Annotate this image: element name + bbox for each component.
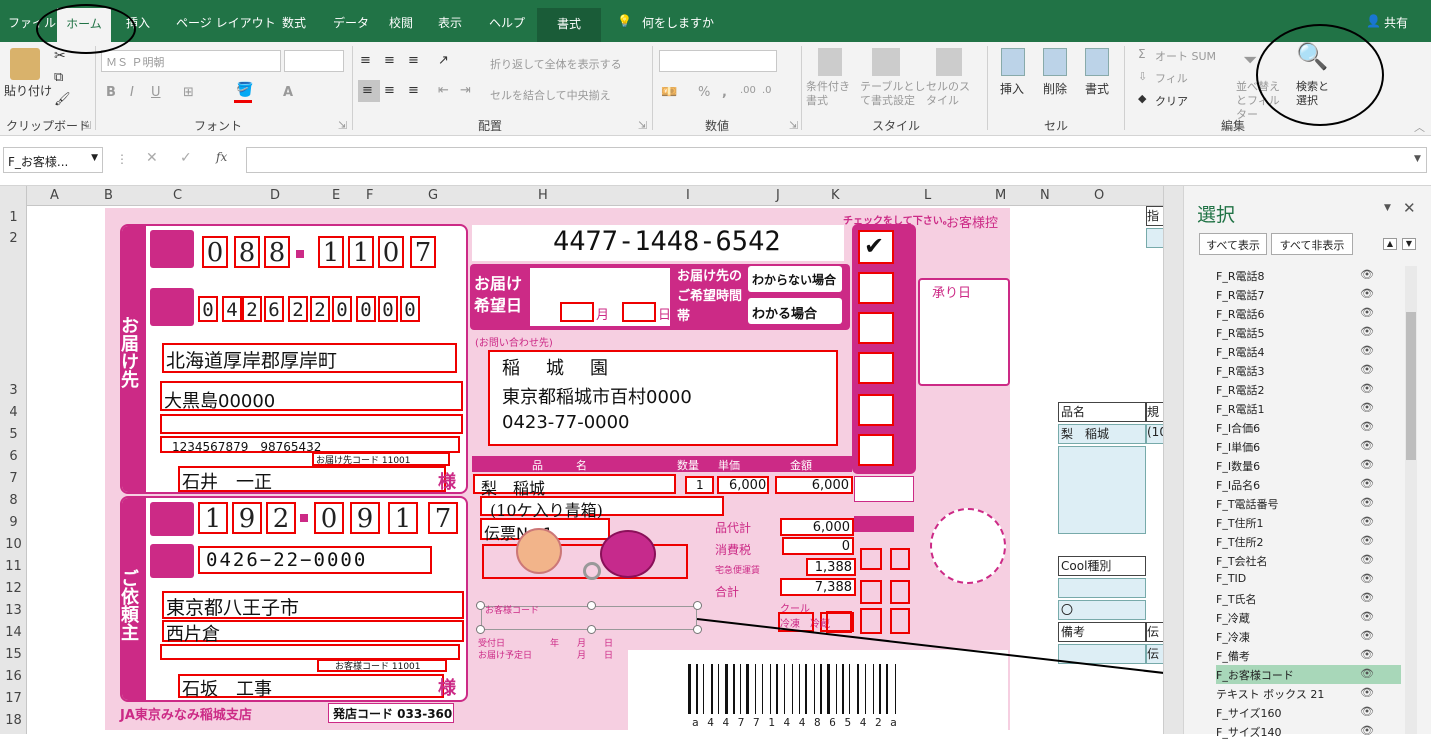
- visibility-eye-icon[interactable]: 👁: [1360, 268, 1374, 281]
- pane-title: 選択: [1197, 204, 1236, 226]
- close-icon[interactable]: ✕: [1403, 199, 1416, 217]
- pane-item-label: F_T住所2: [1216, 536, 1264, 549]
- visibility-eye-icon[interactable]: 👁: [1360, 363, 1374, 376]
- pane-item-label: F_T住所1: [1216, 517, 1264, 530]
- visibility-eye-icon[interactable]: 👁: [1360, 629, 1374, 642]
- visibility-eye-icon[interactable]: 👁: [1360, 401, 1374, 414]
- visibility-eye-icon[interactable]: 👁: [1360, 382, 1374, 395]
- pane-item-label: F_冷凍: [1216, 631, 1250, 644]
- visibility-eye-icon[interactable]: 👁: [1360, 287, 1374, 300]
- pane-item-label: F_R電話3: [1216, 365, 1265, 378]
- visibility-eye-icon[interactable]: 👁: [1360, 515, 1374, 528]
- visibility-eye-icon[interactable]: 👁: [1360, 534, 1374, 547]
- pane-item-label: F_サイズ140: [1216, 726, 1282, 739]
- visibility-eye-icon[interactable]: 👁: [1360, 648, 1374, 661]
- pane-item-label: F_R電話6: [1216, 308, 1265, 321]
- pane-item-label: F_TID: [1216, 572, 1247, 585]
- visibility-eye-icon[interactable]: 👁: [1360, 667, 1374, 680]
- visibility-eye-icon[interactable]: 👁: [1360, 458, 1374, 471]
- pane-item-label: F_お客様コード: [1216, 669, 1294, 682]
- pane-item-label: F_I数量6: [1216, 460, 1261, 473]
- visibility-eye-icon[interactable]: 👁: [1360, 420, 1374, 433]
- show-all-button[interactable]: すべて表示: [1199, 233, 1267, 255]
- pane-item-label: F_R電話5: [1216, 327, 1265, 340]
- visibility-eye-icon[interactable]: 👁: [1360, 591, 1374, 604]
- pane-item-label: F_R電話2: [1216, 384, 1265, 397]
- pane-item-label: F_I品名6: [1216, 479, 1261, 492]
- pane-scrollbar-thumb[interactable]: [1406, 312, 1416, 460]
- pane-item-label: F_サイズ160: [1216, 707, 1282, 720]
- visibility-eye-icon[interactable]: 👁: [1360, 325, 1374, 338]
- pane-item-label: テキスト ボックス 21: [1216, 688, 1325, 701]
- visibility-eye-icon[interactable]: 👁: [1360, 572, 1374, 585]
- sheet-vertical-scrollbar[interactable]: [1163, 186, 1183, 734]
- pane-item-label: F_R電話4: [1216, 346, 1265, 359]
- pane-item-label: F_T会社名: [1216, 555, 1268, 568]
- visibility-eye-icon[interactable]: 👁: [1360, 610, 1374, 623]
- pane-item-label: F_冷蔵: [1216, 612, 1250, 625]
- visibility-eye-icon[interactable]: 👁: [1360, 344, 1374, 357]
- send-backward-icon[interactable]: ▼: [1402, 238, 1416, 250]
- visibility-eye-icon[interactable]: 👁: [1360, 724, 1374, 737]
- hide-all-button[interactable]: すべて非表示: [1271, 233, 1353, 255]
- pane-item-label: F_R電話7: [1216, 289, 1265, 302]
- pane-item-label: F_I単価6: [1216, 441, 1261, 454]
- pane-item-label: F_I合価6: [1216, 422, 1261, 435]
- visibility-eye-icon[interactable]: 👁: [1360, 553, 1374, 566]
- visibility-eye-icon[interactable]: 👁: [1360, 686, 1374, 699]
- pane-item-label: F_R電話8: [1216, 270, 1265, 283]
- pane-item-label: F_R電話1: [1216, 403, 1265, 416]
- visibility-eye-icon[interactable]: 👁: [1360, 705, 1374, 718]
- pane-item-label: F_T電話番号: [1216, 498, 1279, 511]
- pane-item-label: F_備考: [1216, 650, 1250, 663]
- visibility-eye-icon[interactable]: 👁: [1360, 306, 1374, 319]
- visibility-eye-icon[interactable]: 👁: [1360, 439, 1374, 452]
- postal-dash: [300, 514, 308, 522]
- postal-dash: [296, 250, 304, 258]
- bring-forward-icon[interactable]: ▲: [1383, 238, 1397, 250]
- pane-item-label: F_T氏名: [1216, 593, 1257, 606]
- visibility-eye-icon[interactable]: 👁: [1360, 477, 1374, 490]
- pane-options-icon[interactable]: ▼: [1384, 203, 1391, 213]
- visibility-eye-icon[interactable]: 👁: [1360, 496, 1374, 509]
